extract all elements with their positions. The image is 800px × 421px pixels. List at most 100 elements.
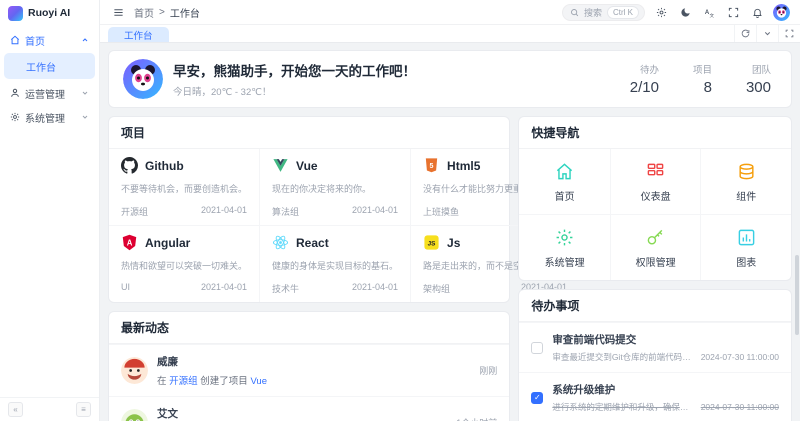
projects-card: 项目 Github 不要等待机会，而要创造机会。 开源组2021-04-01 V… [108, 116, 510, 303]
tab-label: 工作台 [124, 28, 153, 42]
moon-icon [680, 7, 691, 18]
project-card-github[interactable]: Github 不要等待机会，而要创造机会。 开源组2021-04-01 [109, 149, 259, 225]
stat-label: 团队 [746, 62, 771, 76]
app-logo[interactable]: Ruoyi AI [0, 0, 99, 26]
activity-user: 艾文 [157, 406, 447, 421]
breadcrumb: 首页 > 工作台 [134, 5, 200, 20]
stat-value: 8 [693, 79, 712, 96]
project-card-angular[interactable]: AAngular 热情和欲望可以突破一切难关。 UI2021-04-01 [109, 225, 259, 302]
todo-checkbox[interactable] [531, 342, 543, 354]
maximize-content-button[interactable] [778, 25, 800, 42]
todo-title: 待办事项 [519, 290, 791, 322]
chevron-up-icon [81, 36, 89, 44]
tab-bar: 工作台 [100, 25, 800, 43]
sidebar-menu: 首页 工作台 运营管理 系统管理 [0, 26, 99, 397]
quick-nav-charts[interactable]: 图表 [700, 214, 791, 280]
breadcrumb-home[interactable]: 首页 [134, 5, 154, 20]
activity-title: 最新动态 [109, 312, 509, 344]
stat-label: 项目 [693, 62, 712, 76]
sidebar-item-label: 系统管理 [25, 110, 76, 125]
quick-nav-label: 仪表盘 [641, 188, 671, 203]
quick-nav-title: 快捷导航 [519, 117, 791, 149]
user-avatar[interactable] [773, 4, 790, 21]
activity-link[interactable]: Vue [250, 376, 267, 387]
chevron-down-icon [763, 29, 772, 38]
sidebar-subitem-label: 工作台 [26, 59, 56, 74]
quick-nav-dashboard[interactable]: 仪表盘 [610, 149, 701, 214]
gear-icon [656, 7, 667, 18]
project-card-react[interactable]: React 健康的身体是实现目标的基石。 技术牛2021-04-01 [259, 225, 410, 302]
todo-card: 待办事项 审查前端代码提交 审查最近提交到Git仓库的前端代码，确保代码质量和规… [518, 289, 792, 421]
project-group: 开源组 [121, 205, 148, 218]
language-button[interactable]: A文 [701, 4, 717, 20]
sidebar-item-home[interactable]: 首页 [4, 28, 95, 52]
refresh-icon [741, 29, 750, 38]
sidebar-item-system[interactable]: 系统管理 [4, 105, 95, 129]
scrollbar-thumb[interactable] [795, 255, 799, 335]
project-date: 2021-04-01 [352, 282, 398, 295]
todo-item-desc: 审查最近提交到Git仓库的前端代码，确保代码质量和规范。 [552, 351, 692, 363]
search-icon [570, 8, 579, 17]
quick-nav-label: 首页 [555, 188, 575, 203]
quick-nav-components[interactable]: 组件 [700, 149, 791, 214]
project-name: React [296, 236, 329, 250]
js-icon: JS [423, 234, 440, 251]
notifications-button[interactable] [749, 4, 765, 20]
components-icon [737, 162, 756, 181]
search-shortcut: Ctrl K [607, 6, 639, 19]
tabbar-tools [734, 25, 800, 42]
project-date: 2021-04-01 [352, 205, 398, 218]
sidebar-item-operations[interactable]: 运营管理 [4, 81, 95, 105]
breadcrumb-separator: > [159, 7, 165, 18]
hamburger-icon [113, 7, 124, 18]
dashboard-icon [646, 162, 665, 181]
sidebar-item-label: 运营管理 [25, 86, 76, 101]
project-name: Js [447, 236, 460, 250]
html5-icon: 5 [423, 157, 440, 174]
activity-time: 刚刚 [479, 364, 497, 377]
welcome-title: 早安，熊猫助手，开始您一天的工作吧！ [173, 60, 416, 80]
quick-nav-home[interactable]: 首页 [519, 149, 610, 214]
operations-icon [10, 88, 20, 98]
angular-icon: A [121, 234, 138, 251]
refresh-tab-button[interactable] [734, 25, 756, 42]
project-group: 算法组 [272, 205, 299, 218]
stat-value: 2/10 [630, 79, 659, 96]
welcome-card: 早安，熊猫助手，开始您一天的工作吧！ 今日晴，20℃ - 32℃！ 待办 2/1… [108, 50, 792, 108]
quick-nav-permissions[interactable]: 权限管理 [610, 214, 701, 280]
sidebar-preferences-button[interactable]: ≡ [76, 402, 91, 417]
bell-icon [752, 7, 763, 18]
project-card-vue[interactable]: Vue 现在的你决定将来的你。 算法组2021-04-01 [259, 149, 410, 225]
project-name: Html5 [447, 159, 480, 173]
menu-toggle-button[interactable] [110, 4, 126, 20]
activity-text-part: 在 [157, 376, 169, 387]
project-name: Vue [296, 159, 318, 173]
chevron-down-icon [81, 89, 89, 97]
activity-link[interactable]: 开源组 [169, 376, 198, 387]
vue-icon [272, 157, 289, 174]
todo-checkbox-checked[interactable]: ✓ [531, 392, 543, 404]
collapse-sidebar-button[interactable]: « [8, 402, 23, 417]
svg-text:A: A [127, 238, 133, 247]
quick-nav-system[interactable]: 系统管理 [519, 214, 610, 280]
react-icon [272, 234, 289, 251]
stat-team: 团队 300 [746, 62, 771, 96]
global-search[interactable]: 搜索 Ctrl K [562, 4, 645, 21]
project-desc: 不要等待机会，而要创造机会。 [121, 182, 247, 195]
chart-icon [737, 228, 756, 247]
tab-menu-button[interactable] [756, 25, 778, 42]
maximize-icon [785, 29, 794, 38]
avatar [121, 357, 148, 384]
project-desc: 热情和欲望可以突破一切难关。 [121, 259, 247, 272]
panda-avatar [123, 59, 163, 99]
settings-button[interactable] [653, 4, 669, 20]
project-group: 上班摸鱼 [423, 205, 459, 218]
logo-text: Ruoyi AI [28, 7, 70, 19]
todo-item-desc: 进行系统的定期维护和升级，确保系统的稳定性和安全性。 [552, 401, 692, 413]
key-icon [646, 228, 665, 247]
fullscreen-button[interactable] [725, 4, 741, 20]
tab-workbench[interactable]: 工作台 [108, 27, 169, 42]
sidebar-item-workbench[interactable]: 工作台 [4, 53, 95, 79]
fullscreen-icon [728, 7, 739, 18]
dark-mode-button[interactable] [677, 4, 693, 20]
